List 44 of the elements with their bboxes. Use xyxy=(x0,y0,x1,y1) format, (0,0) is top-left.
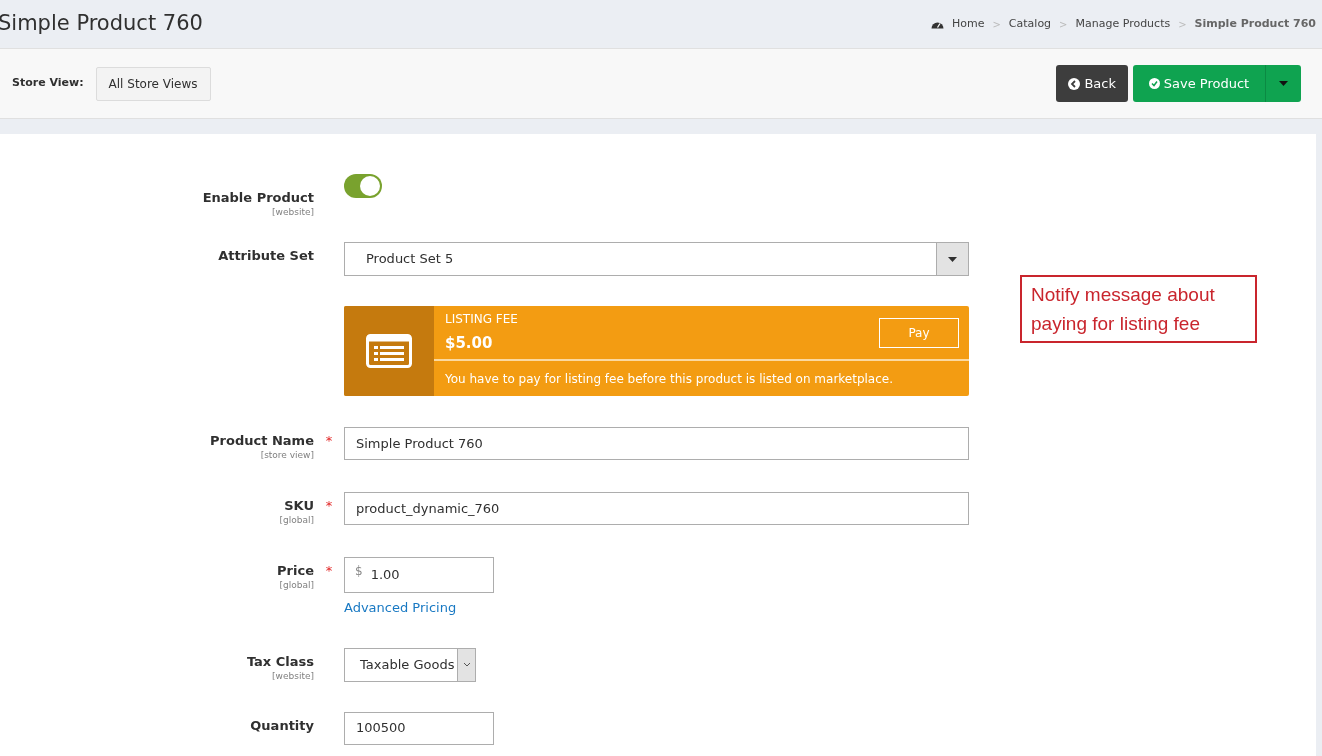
required-mark: * xyxy=(325,562,333,580)
fee-title: LISTING FEE xyxy=(445,311,518,329)
field-label: Tax Class xyxy=(246,653,314,670)
chevron-down-icon xyxy=(462,662,471,667)
annotation-callout: Notify message about paying for listing fee xyxy=(1020,275,1257,343)
list-icon xyxy=(366,334,412,368)
field-label: SKU xyxy=(284,498,314,514)
field-label: Product Name xyxy=(210,433,314,449)
enable-toggle[interactable] xyxy=(344,174,382,198)
tax-class-select[interactable]: Taxable Goods xyxy=(344,647,476,682)
field-label: Quantity xyxy=(250,717,314,734)
caret-icon xyxy=(948,256,957,262)
field-label: Enable Product xyxy=(202,190,314,206)
scope-label: [website] xyxy=(272,206,314,218)
breadcrumb-link[interactable]: Simple Product 760 xyxy=(1194,15,1316,33)
advanced-pricing-link[interactable]: Advanced Pricing xyxy=(344,598,494,618)
required-mark: * xyxy=(325,497,333,515)
text-field[interactable]: product_dynamic_760 xyxy=(344,492,969,525)
breadcrumb-link[interactable]: Manage Products xyxy=(1075,15,1171,33)
fee-message: You have to pay for listing fee before this product is listed on marketplace. xyxy=(445,370,894,388)
store-view-label: Store View: xyxy=(12,75,84,92)
required-mark: * xyxy=(325,432,333,450)
field-label: Attribute Set xyxy=(218,248,314,264)
back-icon xyxy=(1068,77,1081,90)
scope-label: [store view] xyxy=(260,449,314,461)
store-view-button[interactable]: All Store Views xyxy=(95,66,211,101)
breadcrumb-separator: > xyxy=(1059,17,1068,32)
text-field[interactable]: Simple Product 760 xyxy=(344,427,969,460)
price-field[interactable]: $ 1.00 xyxy=(344,557,494,593)
scope-label: [website] xyxy=(272,669,314,682)
page-title: Simple Product 760 xyxy=(0,10,203,38)
attribute-set-select[interactable]: Product Set 5 xyxy=(344,242,969,276)
check-circle-icon xyxy=(1148,78,1160,89)
breadcrumb-link[interactable]: Home xyxy=(952,15,985,33)
breadcrumb-separator: > xyxy=(1178,17,1187,32)
text-field[interactable]: 100500 xyxy=(344,711,494,745)
scope-label: [global] xyxy=(279,514,314,526)
back-button[interactable]: Back xyxy=(1056,65,1128,102)
fee-amount: $5.00 xyxy=(445,333,494,355)
scope-label: [global] xyxy=(279,579,314,591)
caret-icon xyxy=(1279,81,1288,86)
field-label: Price xyxy=(277,563,314,579)
breadcrumb-separator: > xyxy=(992,17,1001,32)
breadcrumb-link[interactable]: Catalog xyxy=(1008,15,1052,33)
